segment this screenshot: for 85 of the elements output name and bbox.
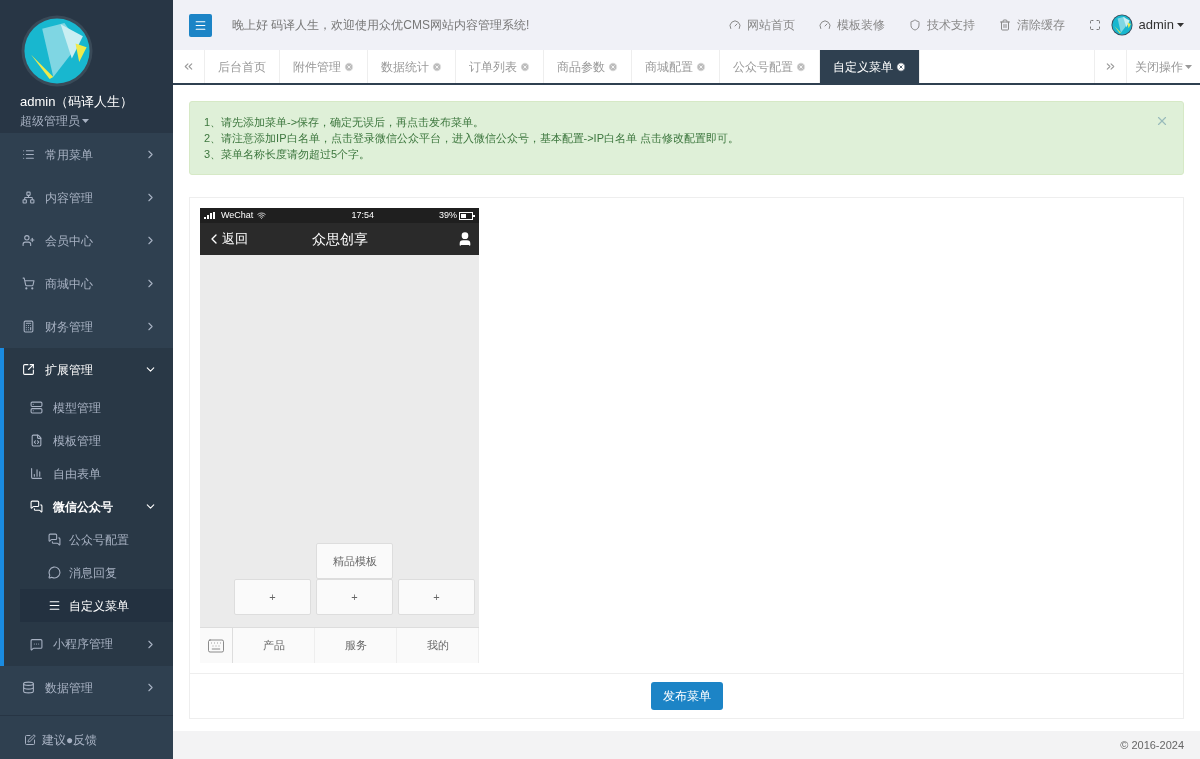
shield-icon	[908, 19, 921, 31]
sidebar-item[interactable]: 内容管理	[0, 176, 173, 220]
double-left-icon	[182, 60, 195, 73]
page-tab[interactable]: 自定义菜单	[820, 50, 920, 83]
time-text: 17:54	[350, 208, 375, 222]
calculator-icon	[22, 320, 35, 334]
sidebar-leaf-item[interactable]: 消息回复	[20, 556, 173, 590]
battery-icon	[459, 211, 475, 220]
page-tab[interactable]: 商城配置	[632, 50, 720, 83]
gauge-icon	[728, 19, 741, 31]
chat-bubbles-icon	[30, 500, 43, 514]
menu-icon	[48, 599, 61, 613]
page-tab[interactable]: 订单列表	[456, 50, 544, 83]
user-icon[interactable]	[457, 231, 473, 247]
caret-icon	[1185, 64, 1192, 69]
sitemap-icon	[22, 191, 35, 205]
user-plus-icon	[22, 234, 35, 248]
role-dropdown[interactable]: 超级管理员	[20, 111, 89, 130]
alert-text: 2、请注意添加IP白名单，点击登录微信公众平台，进入微信公众号，基本配置->IP白名单 点击修改配置即可。	[204, 131, 741, 146]
back-link[interactable]: 返回	[206, 229, 276, 249]
close-icon[interactable]	[896, 61, 906, 72]
alert-text: 3、菜单名称长度请勿超过5个字。	[204, 147, 372, 162]
keyboard-icon[interactable]	[207, 636, 225, 655]
welcome-text: 晚上好 码译人生，欢迎使用众优CMS网站内容管理系统!	[232, 17, 531, 34]
file-code-icon	[30, 434, 43, 448]
fullscreen-icon[interactable]	[1088, 19, 1101, 31]
sidebar-item[interactable]: 财务管理	[0, 305, 173, 349]
menu-tab-button[interactable]: 服务	[315, 628, 397, 663]
header-link[interactable]: 技术支持	[908, 16, 975, 34]
submenu-button[interactable]: +	[316, 579, 393, 615]
caret-icon	[1177, 23, 1184, 27]
copyright-text: © 2016-2024	[1120, 737, 1184, 753]
page-tab[interactable]: 后台首页	[205, 50, 280, 83]
wifi-icon	[257, 211, 267, 220]
submenu-button[interactable]: 精品模板	[316, 543, 393, 579]
menu-tab-button[interactable]: 我的	[397, 628, 479, 663]
sidebar-subitem[interactable]: 自由表单	[4, 457, 173, 491]
profile-name: admin（码译人生）	[20, 93, 135, 111]
sidebar-subitem[interactable]: 模板管理	[4, 424, 173, 458]
database-icon	[22, 681, 35, 695]
menu-tab-button[interactable]: 产品	[233, 628, 315, 663]
sidebar-leaf-item[interactable]: 公众号配置	[20, 523, 173, 557]
caret-icon	[82, 118, 89, 123]
alert-text: 1、请先添加菜单->保存，确定无误后，再点击发布菜单。	[204, 115, 486, 130]
menu-toggle-button[interactable]	[189, 13, 212, 37]
submenu-button[interactable]: +	[234, 579, 311, 615]
chat-bubbles-icon	[48, 533, 61, 547]
phone-title: 众思创享	[310, 229, 369, 249]
page-tab[interactable]: 数据统计	[368, 50, 456, 83]
logo-icon	[20, 14, 94, 88]
server-icon	[30, 401, 43, 415]
sidebar-subitem[interactable]: 小程序管理	[4, 622, 173, 667]
close-actions-dropdown[interactable]: 关闭操作	[1126, 50, 1200, 83]
feedback-link[interactable]: 建议●反馈	[0, 720, 173, 759]
header-link[interactable]: 网站首页	[728, 16, 795, 34]
external-link-icon	[22, 363, 35, 377]
gauge-icon	[818, 19, 831, 31]
header-link[interactable]: 模板装修	[818, 16, 885, 34]
sidebar-leaf-item[interactable]: 自定义菜单	[20, 589, 173, 623]
signal-icon	[204, 212, 218, 219]
menu-icon	[194, 18, 207, 32]
bar-chart-icon	[30, 467, 43, 481]
header-link[interactable]: 清除缓存	[998, 16, 1065, 34]
speech-bubble-icon	[48, 566, 61, 580]
sidebar-subitem[interactable]: 微信公众号	[4, 490, 173, 524]
sidebar-item[interactable]: 常用菜单	[0, 133, 173, 177]
sidebar-item[interactable]: 会员中心	[0, 219, 173, 263]
chat-icon	[30, 637, 43, 651]
battery-text: 39%	[439, 208, 457, 222]
trash-icon	[998, 19, 1011, 31]
page-tab[interactable]: 附件管理	[280, 50, 368, 83]
carrier-text: WeChat	[221, 208, 254, 222]
user-dropdown[interactable]: admin	[1138, 15, 1184, 35]
sidebar-subitem[interactable]: 模型管理	[4, 391, 173, 425]
page-tab[interactable]: 商品参数	[544, 50, 632, 83]
edit-icon	[24, 733, 36, 746]
logo-icon	[1110, 14, 1133, 36]
cart-icon	[22, 277, 35, 291]
sidebar-item[interactable]: 商城中心	[0, 262, 173, 306]
list-icon	[22, 148, 35, 162]
publish-button[interactable]: 发布菜单	[650, 682, 723, 710]
sidebar-item[interactable]: 数据管理	[0, 666, 173, 710]
double-right-icon	[1104, 60, 1117, 73]
sidebar-item[interactable]: 扩展管理	[4, 348, 173, 392]
submenu-button[interactable]: +	[398, 579, 475, 615]
